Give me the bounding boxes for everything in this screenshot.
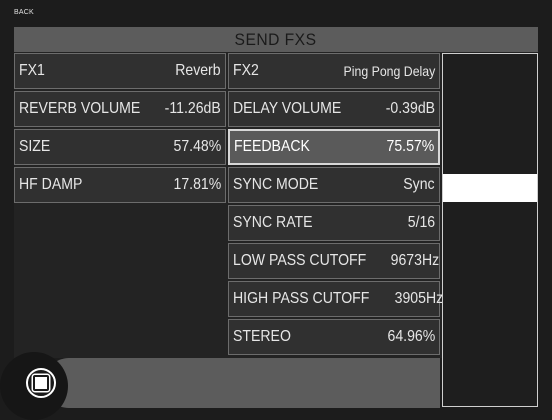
row-value: 75.57% — [386, 138, 434, 155]
value-strip-slider[interactable] — [442, 53, 538, 407]
row-label: DELAY VOLUME — [233, 100, 342, 117]
sync-rate-row[interactable]: SYNC RATE 5/16 — [228, 205, 440, 241]
row-value: Sync — [403, 176, 435, 193]
row-value: 17.81% — [173, 176, 221, 193]
row-label: FX1 — [19, 62, 45, 79]
row-value: -11.26dB — [164, 100, 221, 117]
row-label: HIGH PASS CUTOFF — [233, 290, 370, 307]
row-value: 64.96% — [387, 328, 435, 345]
bottom-bar — [44, 358, 440, 408]
sync-mode-row[interactable]: SYNC MODE Sync — [228, 167, 440, 203]
stop-button[interactable] — [26, 368, 56, 398]
row-label: LOW PASS CUTOFF — [233, 252, 367, 269]
row-label: FX2 — [233, 62, 259, 79]
fx2-type-row[interactable]: FX2 Ping Pong Delay — [228, 53, 440, 89]
size-row[interactable]: SIZE 57.48% — [14, 129, 226, 165]
row-label: REVERB VOLUME — [19, 100, 141, 117]
row-label: SYNC MODE — [233, 176, 319, 193]
row-value: 9673Hz — [391, 252, 440, 269]
page-title: SEND FXS — [235, 29, 317, 49]
slider-marker[interactable] — [443, 174, 537, 202]
row-label: SIZE — [19, 138, 51, 155]
row-value: 3905Hz — [394, 290, 444, 307]
hf-damp-row[interactable]: HF DAMP 17.81% — [14, 167, 226, 203]
delay-volume-row[interactable]: DELAY VOLUME -0.39dB — [228, 91, 440, 127]
reverb-volume-row[interactable]: REVERB VOLUME -11.26dB — [14, 91, 226, 127]
row-value: Ping Pong Delay — [343, 63, 435, 79]
high-pass-cutoff-row[interactable]: HIGH PASS CUTOFF 3905Hz — [228, 281, 443, 317]
row-label: SYNC RATE — [233, 214, 313, 231]
row-label: STEREO — [233, 328, 291, 345]
stop-icon — [33, 375, 49, 391]
row-value: 57.48% — [173, 138, 221, 155]
low-pass-cutoff-row[interactable]: LOW PASS CUTOFF 9673Hz — [228, 243, 440, 279]
row-value: 5/16 — [407, 214, 435, 231]
stereo-row[interactable]: STEREO 64.96% — [228, 319, 440, 355]
row-value: -0.39dB — [385, 100, 435, 117]
back-button[interactable]: BACK — [14, 9, 34, 16]
feedback-row[interactable]: FEEDBACK 75.57% — [228, 129, 440, 165]
title-bar: SEND FXS — [14, 27, 538, 52]
fx1-type-row[interactable]: FX1 Reverb — [14, 53, 226, 89]
row-label: FEEDBACK — [234, 138, 310, 155]
row-value: Reverb — [175, 62, 221, 79]
row-label: HF DAMP — [19, 176, 83, 193]
